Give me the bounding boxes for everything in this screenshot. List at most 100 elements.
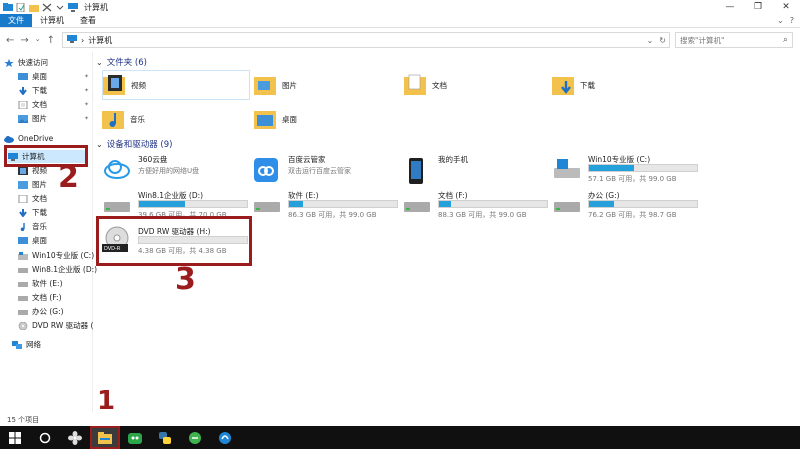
folder-label: 文档: [432, 80, 447, 90]
sidebar-item-label: 网络: [26, 340, 41, 349]
document-icon: [18, 100, 28, 109]
drive-icon: [554, 194, 580, 216]
folders-group-header[interactable]: ⌄ 文件夹 (6): [96, 56, 147, 69]
drive-free-space: 57.1 GB 可用，共 99.0 GB: [588, 175, 677, 183]
drive-f[interactable]: 文档 (F:) 88.3 GB 可用，共 99.0 GB: [398, 188, 548, 224]
recent-chevron-icon[interactable]: ⌄: [35, 35, 41, 46]
cloud-icon: [4, 135, 14, 143]
sidebar-item-label: 音乐: [32, 222, 47, 231]
drive-free-space: 88.3 GB 可用，共 99.0 GB: [438, 211, 527, 219]
drive-g[interactable]: 办公 (G:) 76.2 GB 可用，共 98.7 GB: [548, 188, 698, 224]
drive-icon: [404, 194, 430, 216]
download-folder-icon: [552, 73, 574, 97]
desktop-icon: [18, 72, 28, 81]
phone-icon: [404, 158, 428, 184]
music-folder-icon: [102, 107, 124, 131]
start-button[interactable]: [0, 426, 30, 449]
sidebar-item-quick-access[interactable]: 快速访问: [4, 56, 97, 69]
group-title: 设备和驱动器 (9): [106, 140, 173, 150]
address-bar[interactable]: › 计算机 ⌄ ↻: [62, 32, 670, 48]
folder-label: 视频: [131, 80, 146, 90]
folder-music[interactable]: 音乐: [102, 104, 250, 134]
explorer-app-icon[interactable]: [3, 2, 13, 12]
refresh-icon[interactable]: ↻: [659, 36, 666, 45]
folder-label: 桌面: [282, 114, 297, 124]
maximize-button[interactable]: ❐: [744, 0, 772, 14]
desktop-folder-icon: [254, 107, 276, 131]
360-cloud-icon: [104, 158, 130, 180]
tab-file[interactable]: 文件: [0, 14, 32, 27]
desktop-icon: [18, 236, 28, 245]
python-icon[interactable]: [150, 426, 180, 449]
baidu-cloud-icon: [254, 158, 278, 182]
collapse-chevron-icon[interactable]: ⌄: [96, 58, 103, 67]
up-icon[interactable]: ↑: [47, 35, 55, 46]
minimize-button[interactable]: —: [716, 0, 744, 14]
drive-free-space: 76.2 GB 可用，共 98.7 GB: [588, 211, 677, 219]
breadcrumb-computer[interactable]: 计算机: [88, 35, 112, 46]
group-title: 文件夹 (6): [106, 58, 147, 68]
sidebar-item-label: Win8.1企业版 (D:): [32, 265, 98, 274]
ribbon-expand-icon[interactable]: ⌄: [777, 16, 784, 25]
folder-label: 音乐: [130, 114, 145, 124]
folder-icon: [98, 431, 112, 444]
tab-computer[interactable]: 计算机: [32, 14, 72, 27]
drive-icon: [18, 308, 28, 316]
search-taskbar-icon[interactable]: [30, 426, 60, 449]
green-app-icon[interactable]: [120, 426, 150, 449]
address-dropdown-icon[interactable]: ⌄: [647, 36, 654, 45]
folder-documents[interactable]: 文档: [404, 70, 552, 100]
forward-icon[interactable]: →: [20, 35, 28, 46]
sidebar-item-label: 下载: [32, 208, 47, 217]
ribbon-tabs: 文件 计算机 查看 ⌄ ?: [0, 14, 800, 28]
file-explorer-taskbar-button[interactable]: [90, 426, 120, 449]
folder-pictures[interactable]: 图片: [254, 70, 402, 100]
download-icon: [18, 86, 28, 96]
new-folder-icon[interactable]: [29, 3, 39, 12]
green-circle-app-icon[interactable]: [180, 426, 210, 449]
device-name: 360云盘: [138, 155, 168, 164]
sidebar-item-network[interactable]: 网络: [12, 338, 105, 351]
fan-app-icon[interactable]: [60, 426, 90, 449]
drive-icon: [18, 280, 28, 288]
device-baidu-cloud[interactable]: 百度云管家 双击运行百度云管家: [248, 152, 396, 188]
pin-icon: ✦: [83, 73, 89, 80]
sogou-browser-icon[interactable]: [210, 426, 240, 449]
pin-icon: ✦: [83, 115, 89, 122]
drive-usage-bar: [138, 200, 248, 208]
back-icon[interactable]: ←: [6, 35, 14, 46]
sidebar-item-label: 文档: [32, 100, 47, 109]
sidebar-item-label: 图片: [32, 180, 47, 189]
delete-icon[interactable]: [42, 3, 52, 12]
tab-view[interactable]: 查看: [72, 14, 104, 27]
folder-desktop[interactable]: 桌面: [254, 104, 402, 134]
sidebar-item-label: 软件 (E:): [32, 279, 63, 288]
drive-c[interactable]: Win10专业版 (C:) 57.1 GB 可用，共 99.0 GB: [548, 152, 698, 188]
sidebar-item-label: 图片: [32, 114, 47, 123]
annotation-number-1: 1: [97, 386, 116, 416]
devices-group-header[interactable]: ⌄ 设备和驱动器 (9): [96, 138, 173, 151]
device-360-cloud[interactable]: 360云盘 方便好用的网络U盘: [98, 152, 246, 188]
search-icon[interactable]: ⌕: [783, 35, 788, 45]
help-icon[interactable]: ?: [790, 16, 794, 25]
annotation-box-dvd: [96, 216, 252, 266]
annotation-number-2: 2: [58, 160, 79, 195]
disc-icon: [18, 321, 28, 330]
network-icon: [12, 340, 22, 349]
folder-downloads[interactable]: 下载: [552, 70, 700, 100]
folder-videos[interactable]: 视频: [102, 70, 250, 100]
sidebar-item-onedrive[interactable]: OneDrive: [4, 132, 97, 145]
windows-icon: [9, 431, 21, 444]
drive-e[interactable]: 软件 (E:) 86.3 GB 可用，共 99.0 GB: [248, 188, 398, 224]
windows-drive-icon: [554, 158, 580, 180]
sidebar-item-dvd[interactable]: DVD RW 驱动器 (H:: [18, 319, 93, 332]
title-bar: 计算机 — ❐ ✕: [0, 0, 800, 14]
sidebar-item-label: Win10专业版 (C:): [32, 251, 95, 260]
collapse-chevron-icon[interactable]: ⌄: [96, 140, 103, 149]
search-input[interactable]: 搜索"计算机" ⌕: [675, 32, 793, 48]
device-my-phone[interactable]: 我的手机: [398, 152, 546, 188]
properties-icon[interactable]: [16, 2, 26, 12]
close-button[interactable]: ✕: [772, 0, 800, 14]
qa-customize-icon[interactable]: [55, 3, 65, 12]
search-placeholder: 搜索"计算机": [680, 35, 725, 45]
